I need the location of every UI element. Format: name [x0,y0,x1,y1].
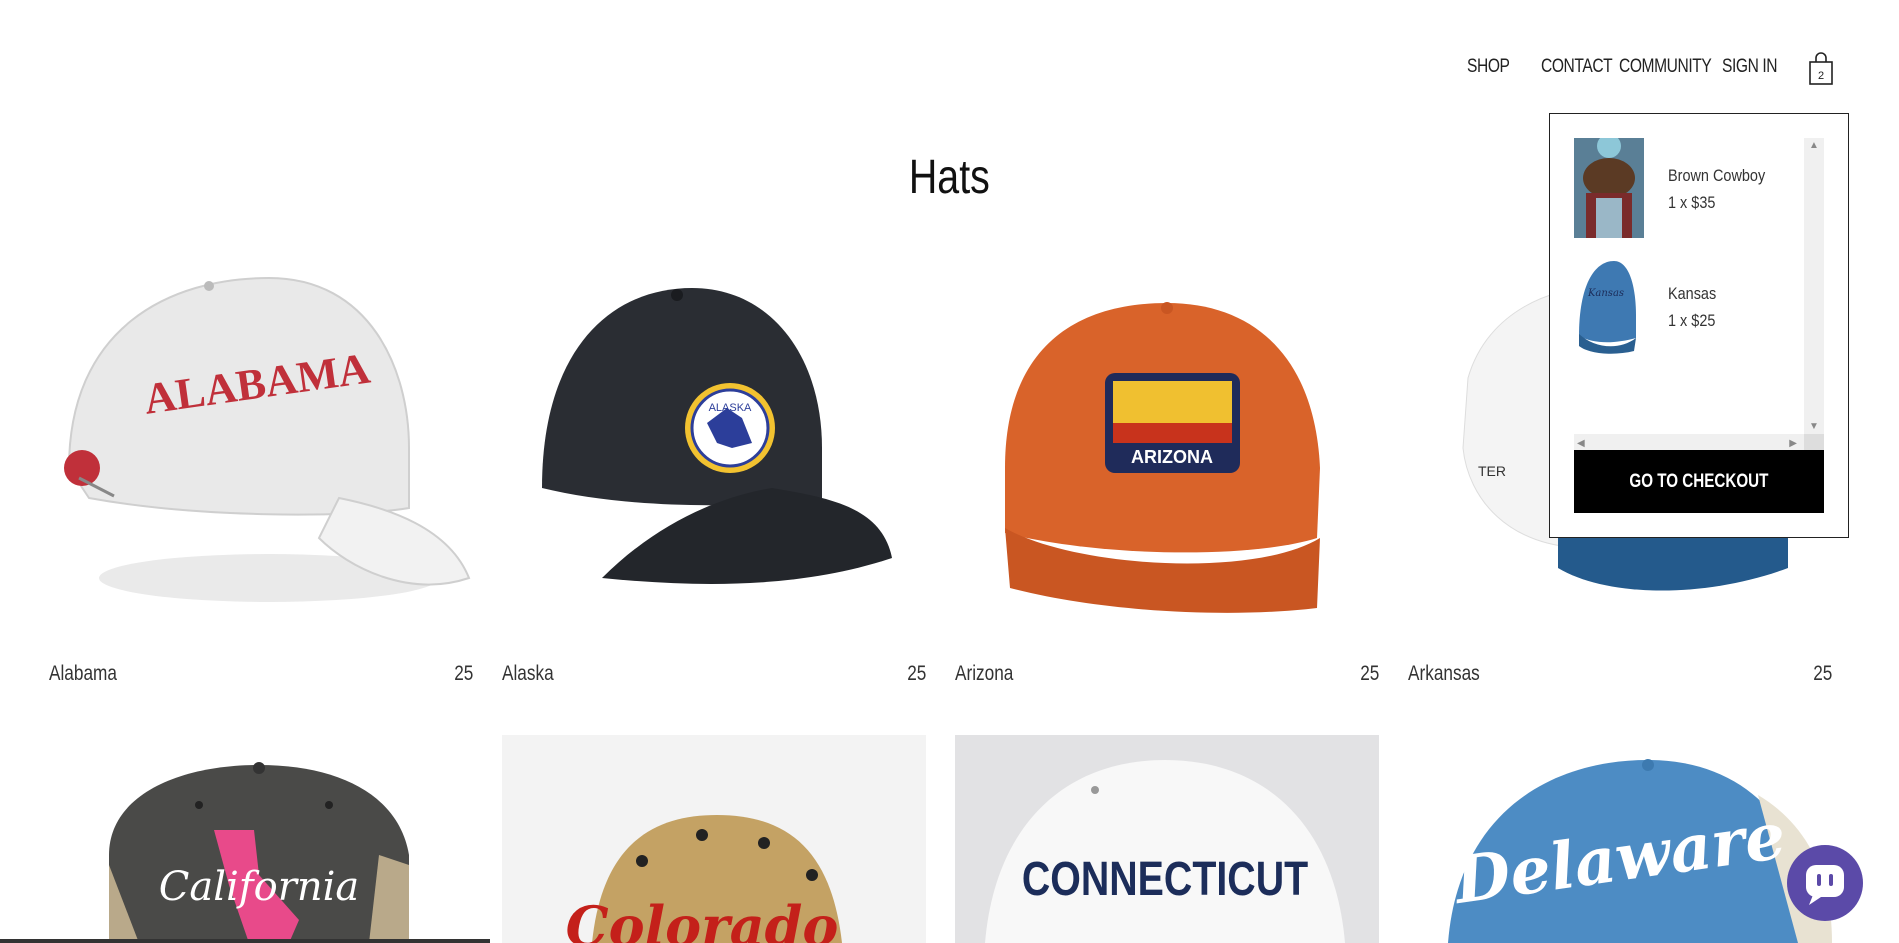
cart-item-quantity: 1 x $25 [1668,311,1716,330]
product-image[interactable]: ALABAMA [49,248,473,648]
product-name[interactable]: Alaska [502,662,554,686]
cart-dropdown: Brown Cowboy 1 x $35 Kansas Kansas 1 x $… [1549,113,1849,538]
product-image[interactable]: ALASKA [502,248,926,648]
nav-sign-in[interactable]: SIGN IN [1722,56,1778,78]
product-image[interactable]: CONNECTICUT [955,735,1379,943]
hat-text: ALASKA [709,402,752,414]
cart-item[interactable]: Brown Cowboy 1 x $35 [1574,138,1804,238]
svg-text:Kansas: Kansas [1587,288,1624,299]
product-name[interactable]: Arkansas [1408,662,1480,686]
nav-shop[interactable]: SHOP [1467,56,1510,78]
hat-text: CONNECTICUT [1022,852,1308,906]
product-price: 25 [453,662,473,685]
cart-item-name[interactable]: Brown Cowboy [1668,166,1765,186]
product-price: 25 [906,662,926,685]
scroll-down-icon[interactable]: ▼ [1809,421,1819,432]
cart-item-thumbnail[interactable] [1574,138,1644,238]
vertical-scrollbar[interactable]: ▲ ▼ [1804,138,1824,434]
hat-text: California [159,864,359,910]
cart-item[interactable]: Kansas Kansas 1 x $25 [1574,256,1804,356]
scroll-up-icon[interactable]: ▲ [1809,140,1819,151]
product-image[interactable]: ARIZONA [955,248,1379,648]
nav-contact[interactable]: CONTACT [1541,56,1613,78]
hat-text: Colorado [566,894,839,943]
product-name[interactable]: Arizona [955,662,1013,686]
shopping-bag-icon[interactable]: 2 [1806,52,1836,86]
chat-widget-button[interactable] [1787,845,1863,921]
product-image[interactable]: California [49,735,473,943]
cart-count: 2 [1818,70,1824,82]
cart-item-name[interactable]: Kansas [1668,284,1716,304]
scroll-left-icon[interactable]: ◀ [1577,438,1585,449]
product-image[interactable]: Colorado [502,735,926,943]
checkout-button[interactable]: GO TO CHECKOUT [1574,450,1824,513]
svg-text:TER: TER [1478,463,1506,479]
product-image[interactable]: Delaware [1408,735,1832,943]
scroll-right-icon[interactable]: ▶ [1789,438,1797,449]
nav-community[interactable]: COMMUNITY [1619,56,1712,78]
product-price: 25 [1812,662,1832,685]
product-name[interactable]: Alabama [49,662,117,686]
cart-item-quantity: 1 x $35 [1668,193,1716,212]
scroll-indicator [0,939,490,943]
hat-text: ARIZONA [1131,447,1213,467]
product-price: 25 [1359,662,1379,685]
cart-item-list: Brown Cowboy 1 x $35 Kansas Kansas 1 x $… [1574,138,1824,454]
cart-item-thumbnail[interactable]: Kansas [1574,256,1644,356]
chat-icon [1806,865,1844,905]
